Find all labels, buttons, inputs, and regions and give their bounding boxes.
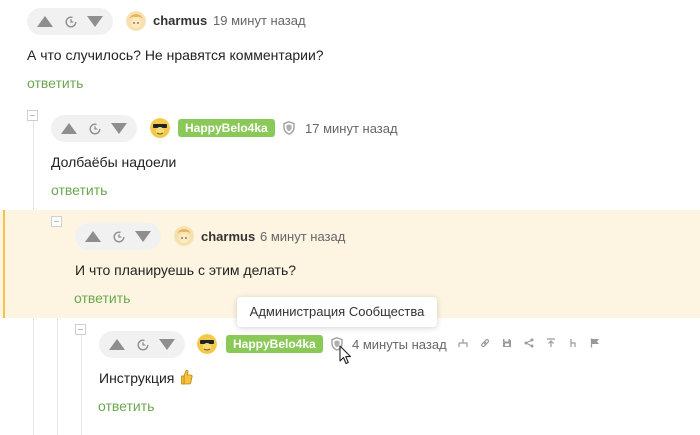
collapse-button[interactable] xyxy=(27,110,38,121)
collapse-button[interactable] xyxy=(51,216,62,227)
comment-time[interactable]: 6 минут назад xyxy=(260,229,345,245)
comment-text: Долбаёбы надоели xyxy=(51,154,177,170)
reply-link[interactable]: ответить xyxy=(51,181,107,199)
username-badge[interactable]: HappyBelo4ka xyxy=(226,335,323,353)
comment-time[interactable]: 19 минут назад xyxy=(213,13,306,29)
username-badge[interactable]: HappyBelo4ka xyxy=(178,119,275,137)
flag-icon[interactable] xyxy=(590,338,600,348)
vote-up-icon[interactable] xyxy=(85,231,101,242)
username[interactable]: charmus xyxy=(201,229,255,245)
collapse-button[interactable] xyxy=(75,324,86,335)
comment-text: А что случилось? Не нравятся комментарии… xyxy=(27,47,324,63)
save-icon[interactable] xyxy=(502,338,512,348)
reply-link[interactable]: ответить xyxy=(27,74,83,92)
clock-icon[interactable] xyxy=(89,122,101,135)
avatar[interactable] xyxy=(197,334,217,354)
tree-icon[interactable] xyxy=(568,338,578,348)
comment-time[interactable]: 17 минут назад xyxy=(305,121,398,137)
branch-icon[interactable] xyxy=(458,338,468,348)
avatar[interactable] xyxy=(150,118,170,138)
comment-text-body: Инструкция xyxy=(99,370,175,386)
vote-control xyxy=(75,223,161,250)
username[interactable]: charmus xyxy=(153,13,207,29)
vote-down-icon[interactable] xyxy=(87,16,103,27)
vote-control xyxy=(51,115,137,142)
pin-icon[interactable] xyxy=(546,338,556,348)
avatar[interactable] xyxy=(126,11,146,31)
avatar[interactable] xyxy=(174,226,194,246)
vote-control xyxy=(99,331,185,358)
comment-tools xyxy=(458,336,612,350)
thumb-emoji-icon xyxy=(181,369,193,389)
vote-up-icon[interactable] xyxy=(109,339,125,350)
shield-icon[interactable] xyxy=(283,121,295,135)
vote-control xyxy=(27,8,113,35)
thread-line-level-3 xyxy=(81,335,82,435)
reply-link[interactable]: ответить xyxy=(98,397,154,415)
vote-down-icon[interactable] xyxy=(159,339,175,350)
cursor-icon xyxy=(339,345,352,365)
clock-icon[interactable] xyxy=(137,338,149,351)
reply-link[interactable]: ответить xyxy=(74,289,130,307)
comment-text: Инструкция xyxy=(99,369,193,389)
share-icon[interactable] xyxy=(524,338,534,348)
link-icon[interactable] xyxy=(480,338,490,348)
clock-icon[interactable] xyxy=(113,230,125,243)
comment-text: И что планируешь с этим делать? xyxy=(75,262,297,278)
comment-time[interactable]: 4 минуты назад xyxy=(352,337,447,353)
vote-down-icon[interactable] xyxy=(111,123,127,134)
vote-up-icon[interactable] xyxy=(61,123,77,134)
vote-down-icon[interactable] xyxy=(135,231,151,242)
clock-icon[interactable] xyxy=(65,15,77,28)
vote-up-icon[interactable] xyxy=(37,16,53,27)
highlighted-comment-bar xyxy=(3,210,5,318)
admin-tooltip: Администрация Сообщества xyxy=(237,297,437,327)
